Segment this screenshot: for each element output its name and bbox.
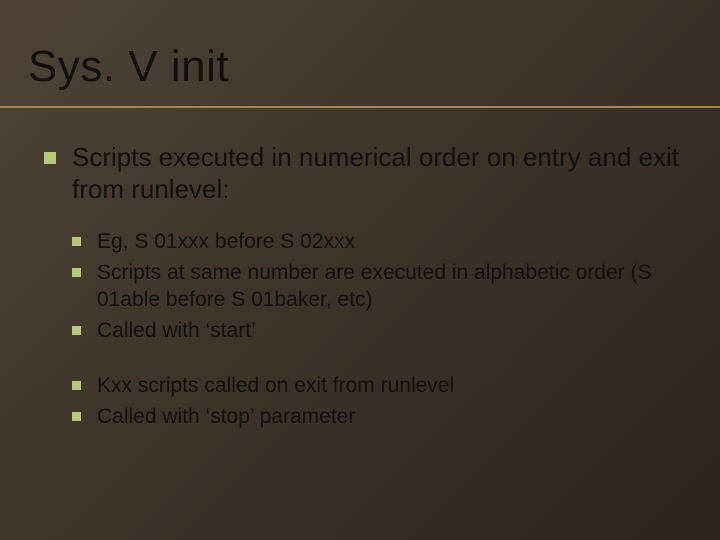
- list-item: Eg, S 01xxx before S 02xxx: [72, 229, 690, 256]
- bullet-icon: [72, 326, 81, 335]
- list-item-text: Called with ‘start’: [97, 318, 256, 345]
- title-area: Sys. V init: [0, 0, 720, 98]
- list-item-text: Kxx scripts called on exit from runlevel: [97, 373, 454, 400]
- bullet-icon: [72, 237, 81, 246]
- list-item-text: Scripts at same number are executed in a…: [97, 260, 690, 314]
- list-item: Scripts at same number are executed in a…: [72, 260, 690, 314]
- list-item: Kxx scripts called on exit from runlevel: [72, 373, 690, 400]
- list-item-text: Scripts executed in numerical order on e…: [72, 142, 690, 205]
- bullet-icon: [72, 412, 81, 421]
- list-item: Called with ‘stop’ parameter: [72, 404, 690, 431]
- spacer: [72, 349, 690, 373]
- bullet-icon: [72, 381, 81, 390]
- bullet-icon: [72, 268, 81, 277]
- bullet-icon: [44, 152, 56, 164]
- list-item: Scripts executed in numerical order on e…: [44, 142, 690, 205]
- slide-body: Scripts executed in numerical order on e…: [0, 108, 720, 431]
- list-item: Called with ‘start’: [72, 318, 690, 345]
- sublist-group-1: Eg, S 01xxx before S 02xxx Scripts at sa…: [72, 229, 690, 430]
- list-item-text: Eg, S 01xxx before S 02xxx: [97, 229, 355, 256]
- slide-title: Sys. V init: [28, 42, 720, 92]
- list-item-text: Called with ‘stop’ parameter: [97, 404, 355, 431]
